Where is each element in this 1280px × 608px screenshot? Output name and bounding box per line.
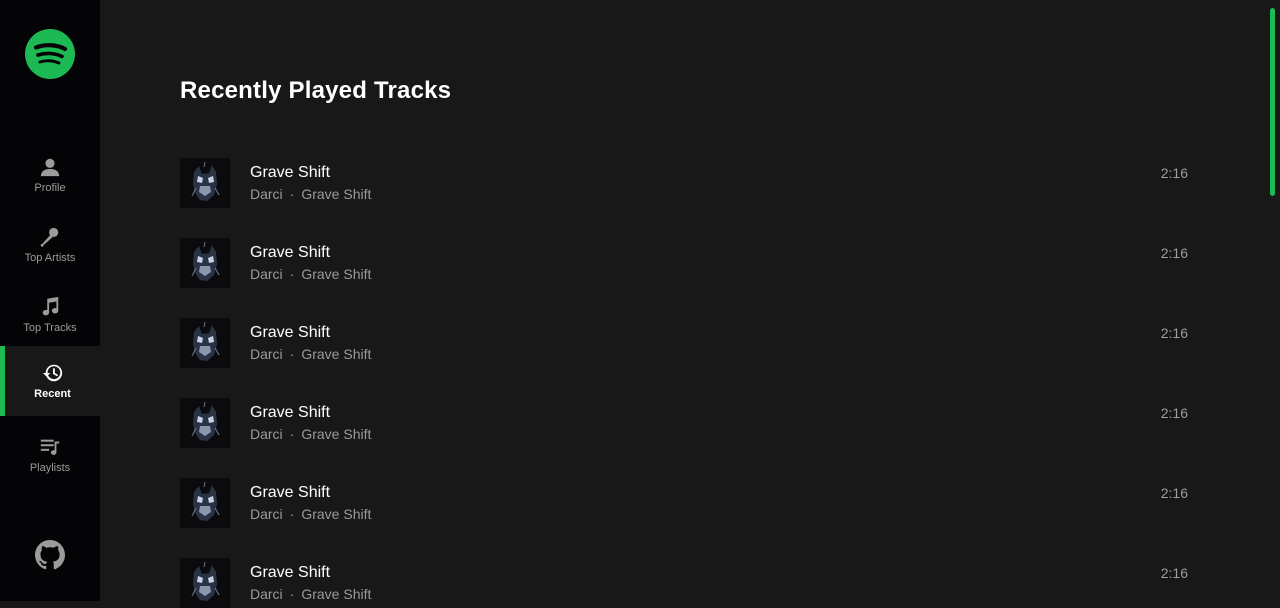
sidebar-item-label: Playlists [29,462,71,474]
track-artist[interactable]: Darci [250,586,283,602]
track-meta: Darci · Grave Shift [250,266,371,282]
spotify-logo-icon[interactable] [25,29,75,79]
sidebar-item-label: Top Artists [24,252,76,264]
track-album[interactable]: Grave Shift [301,186,371,202]
sidebar-item-label: Profile [34,182,66,194]
track-row[interactable]: Grave Shift Darci · Grave Shift 2:16 [180,478,1190,528]
track-duration: 2:16 [1160,165,1188,181]
sidebar-item-label: Recent [34,388,71,400]
track-row[interactable]: Grave Shift Darci · Grave Shift 2:16 [180,238,1190,288]
sidebar-item-label: Top Tracks [23,322,77,334]
track-artist[interactable]: Darci [250,186,283,202]
scrollbar-thumb[interactable] [1270,8,1275,196]
track-name[interactable]: Grave Shift [250,324,330,342]
track-duration: 2:16 [1160,325,1188,341]
track-album[interactable]: Grave Shift [301,266,371,282]
album-cover[interactable] [180,478,230,528]
playlist-icon [39,436,61,458]
track-name[interactable]: Grave Shift [250,484,330,502]
track-name[interactable]: Grave Shift [250,164,330,182]
track-artist[interactable]: Darci [250,506,283,522]
track-duration: 2:16 [1160,245,1188,261]
track-meta: Darci · Grave Shift [250,426,371,442]
sidebar-item-top-artists[interactable]: Top Artists [0,210,100,280]
track-duration: 2:16 [1160,405,1188,421]
github-icon[interactable] [35,540,65,570]
meta-separator: · [289,346,295,362]
sidebar-item-top-tracks[interactable]: Top Tracks [0,280,100,350]
album-cover[interactable] [180,238,230,288]
track-album[interactable]: Grave Shift [301,346,371,362]
meta-separator: · [289,426,295,442]
main-content: Recently Played Tracks Grave Shift Darci ·… [100,0,1280,608]
track-duration: 2:16 [1160,485,1188,501]
track-album[interactable]: Grave Shift [301,586,371,602]
album-cover[interactable] [180,318,230,368]
track-meta: Darci · Grave Shift [250,346,371,362]
track-meta: Darci · Grave Shift [250,586,371,602]
track-artist[interactable]: Darci [250,346,283,362]
track-artist[interactable]: Darci [250,426,283,442]
track-duration: 2:16 [1160,565,1188,581]
track-meta: Darci · Grave Shift [250,186,371,202]
meta-separator: · [289,266,295,282]
track-meta: Darci · Grave Shift [250,506,371,522]
sidebar-item-recent[interactable]: Recent [0,346,100,416]
track-name[interactable]: Grave Shift [250,564,330,582]
user-icon [39,156,61,178]
track-album[interactable]: Grave Shift [301,506,371,522]
meta-separator: · [289,186,295,202]
meta-separator: · [289,506,295,522]
track-artist[interactable]: Darci [250,266,283,282]
meta-separator: · [289,586,295,602]
album-cover[interactable] [180,398,230,448]
history-icon [42,362,64,384]
track-row[interactable]: Grave Shift Darci · Grave Shift 2:16 [180,398,1190,448]
track-album[interactable]: Grave Shift [301,426,371,442]
music-note-icon [39,296,61,318]
sidebar-item-playlists[interactable]: Playlists [0,420,100,490]
microphone-icon [39,226,61,248]
track-name[interactable]: Grave Shift [250,404,330,422]
track-name[interactable]: Grave Shift [250,244,330,262]
sidebar: Profile Top Artists Top Tracks Recent Pl… [0,0,100,601]
page-title: Recently Played Tracks [180,77,452,104]
track-row[interactable]: Grave Shift Darci · Grave Shift 2:16 [180,318,1190,368]
track-row[interactable]: Grave Shift Darci · Grave Shift 2:16 [180,158,1190,208]
album-cover[interactable] [180,158,230,208]
sidebar-item-profile[interactable]: Profile [0,140,100,210]
